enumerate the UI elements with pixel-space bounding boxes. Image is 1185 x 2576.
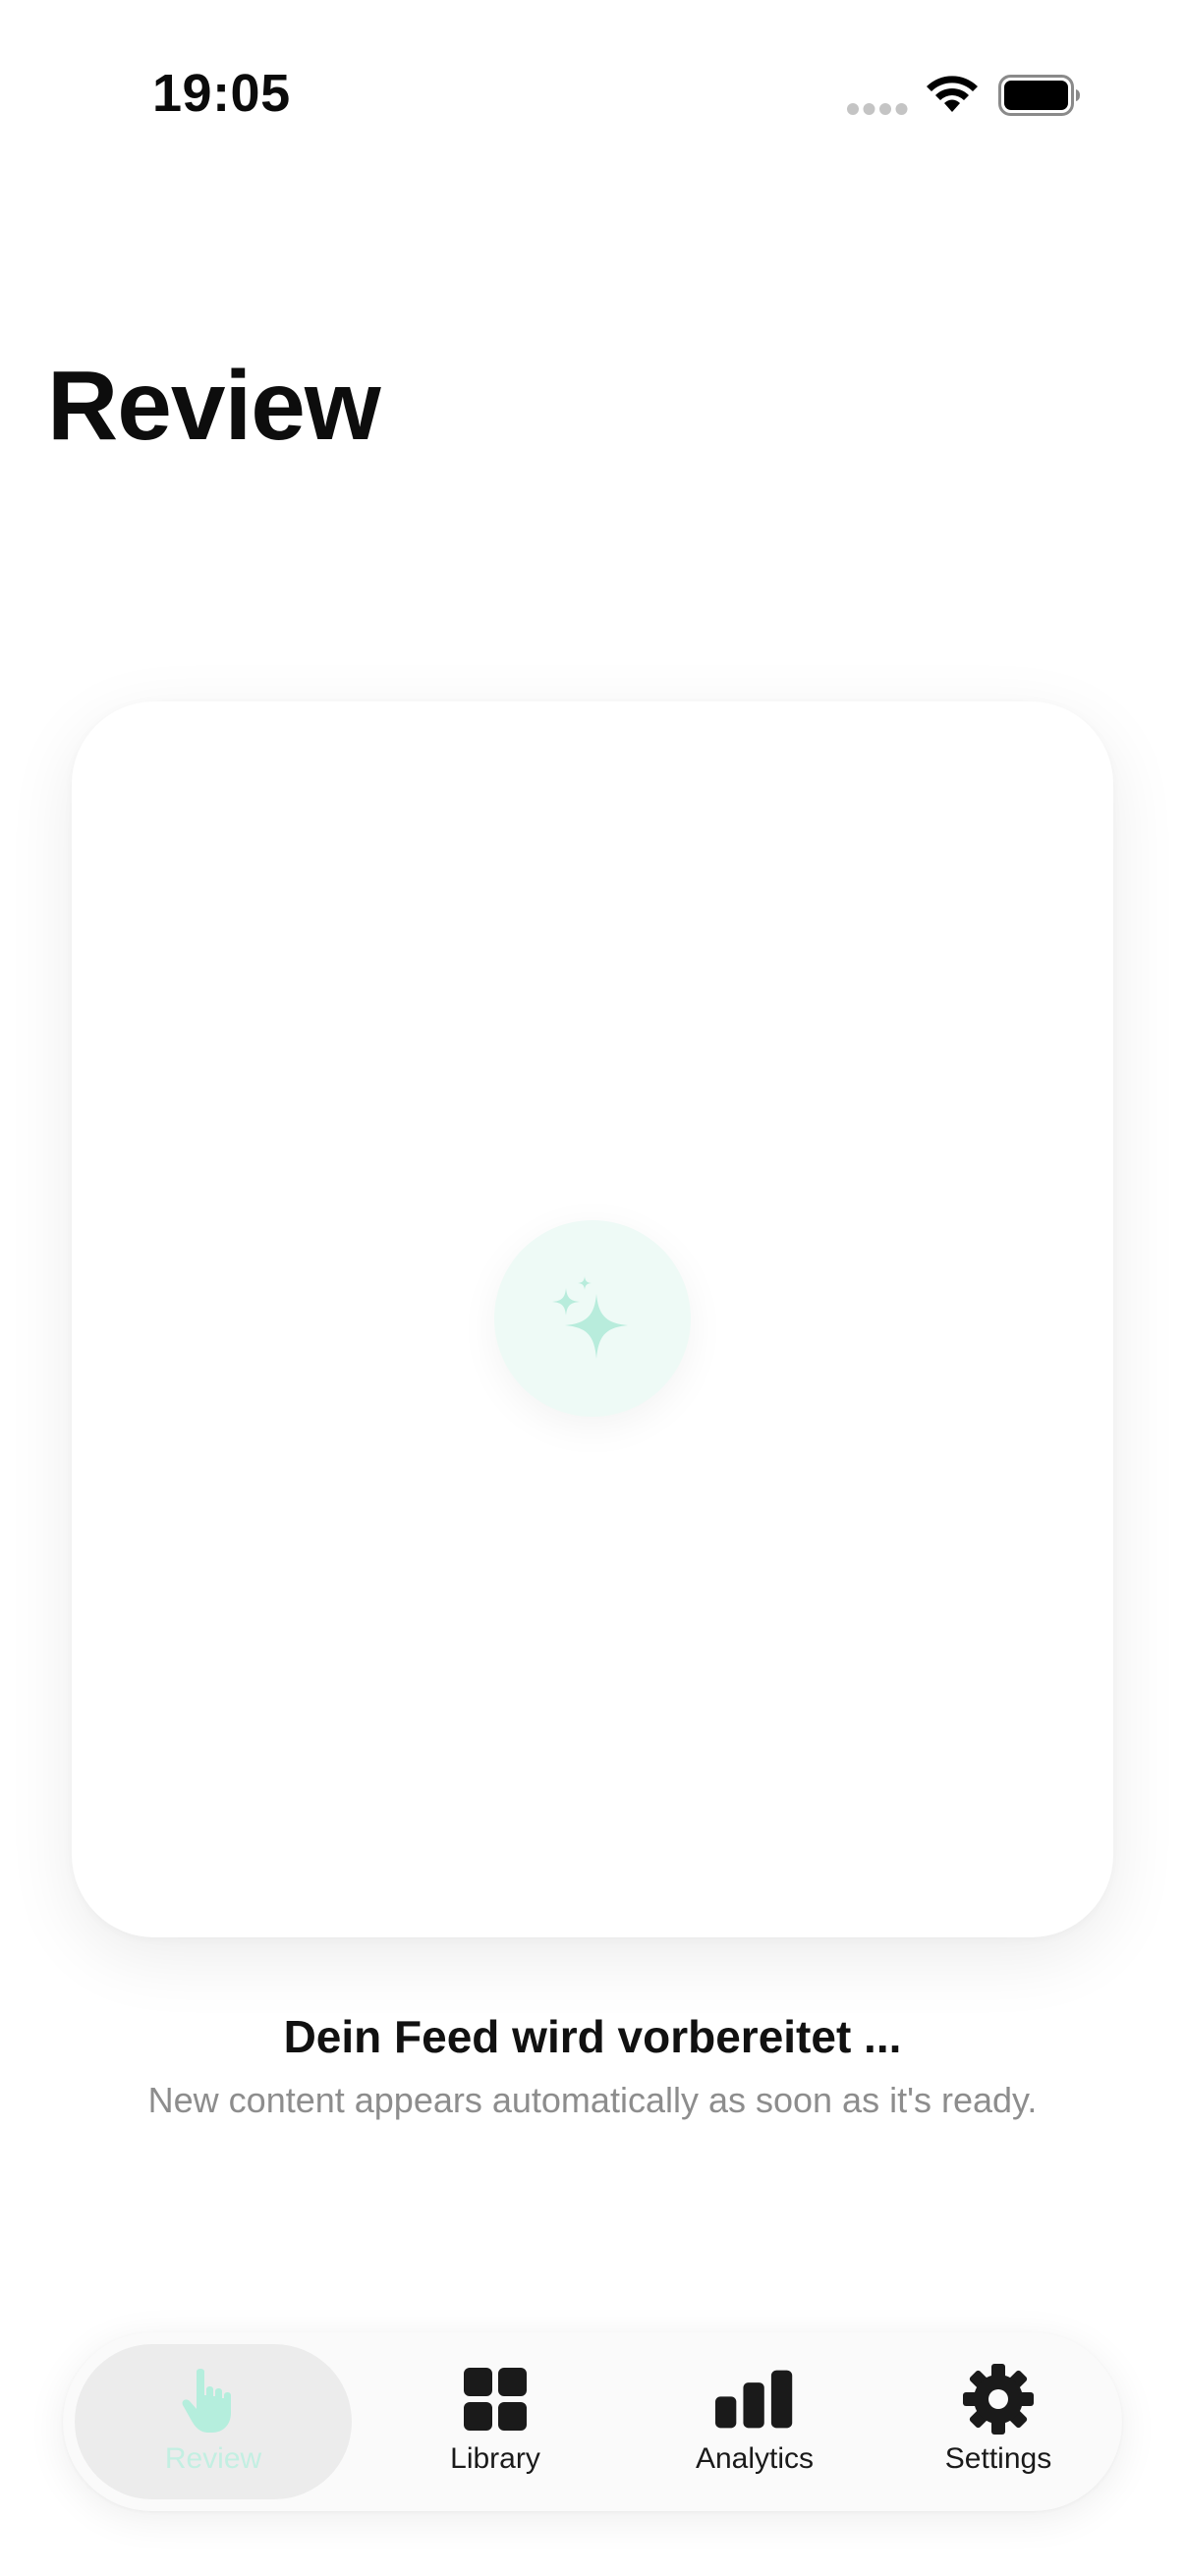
feed-card xyxy=(72,701,1113,1937)
sparkle-badge xyxy=(494,1220,691,1417)
cellular-signal-icon xyxy=(847,103,908,115)
gear-icon xyxy=(959,2364,1038,2435)
tab-label: Library xyxy=(450,2442,540,2475)
tab-analytics[interactable]: Analytics xyxy=(647,2344,863,2499)
status-bar: 19:05 xyxy=(0,0,1185,187)
battery-icon xyxy=(998,75,1080,116)
tab-settings[interactable]: Settings xyxy=(900,2344,1097,2499)
feed-status-subtitle: New content appears automatically as soo… xyxy=(147,2080,1038,2120)
status-time: 19:05 xyxy=(152,64,291,123)
wifi-icon xyxy=(927,76,978,112)
bar-chart-icon xyxy=(715,2364,794,2435)
grid-icon xyxy=(456,2364,535,2435)
hand-tap-icon xyxy=(174,2364,253,2435)
tab-label: Analytics xyxy=(695,2442,815,2475)
tab-label: Review xyxy=(164,2442,262,2475)
tab-bar: Review Library Analytics Settings xyxy=(63,2332,1122,2511)
page-title: Review xyxy=(47,351,381,461)
feed-status-title: Dein Feed wird vorbereitet ... xyxy=(283,2011,902,2062)
tab-library[interactable]: Library xyxy=(397,2344,593,2499)
sparkles-icon xyxy=(552,1276,628,1359)
tab-label: Settings xyxy=(944,2442,1052,2475)
tab-review[interactable]: Review xyxy=(75,2344,352,2499)
